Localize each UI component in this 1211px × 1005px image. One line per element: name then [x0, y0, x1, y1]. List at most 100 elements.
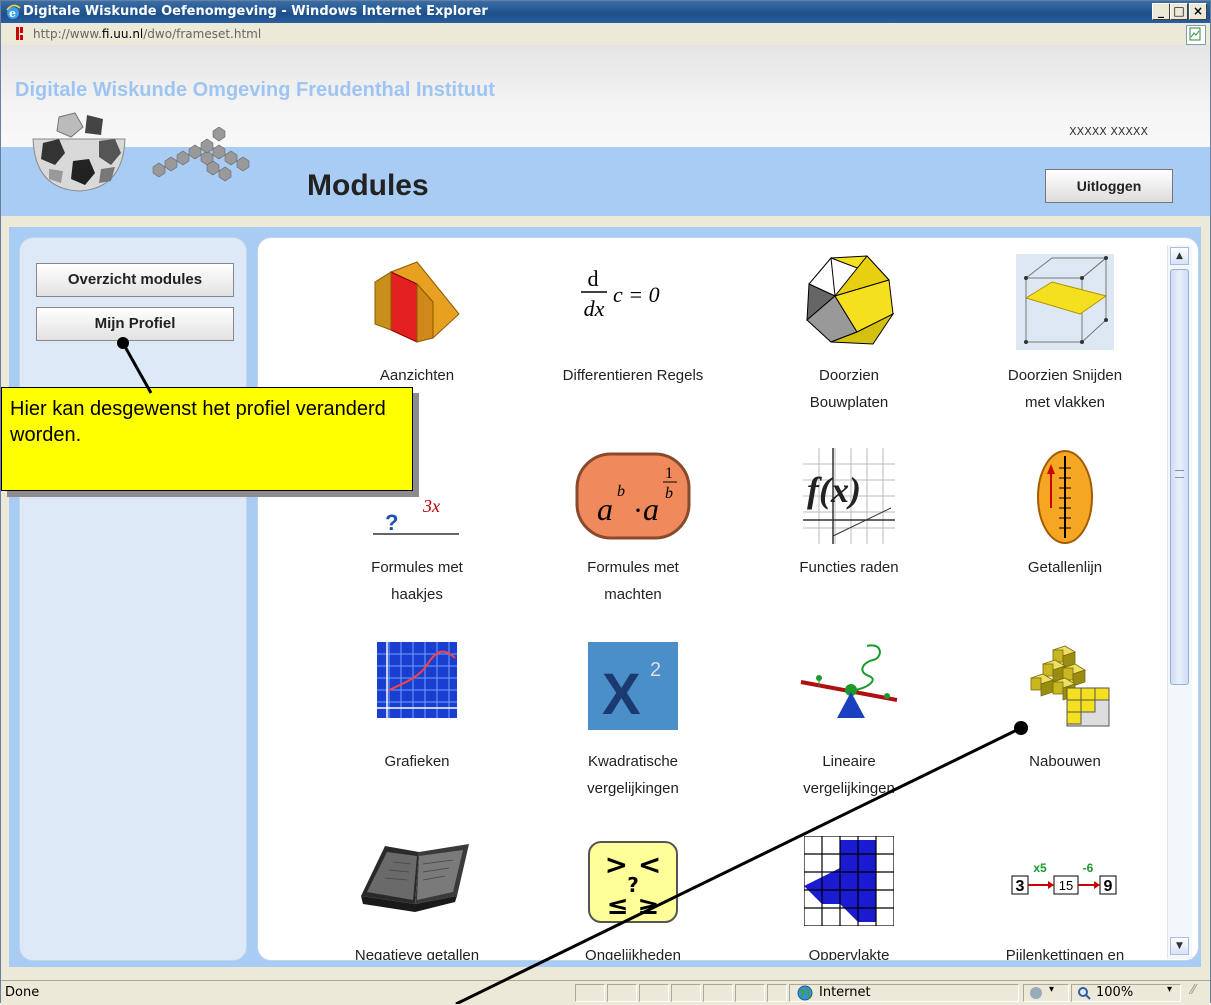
close-button[interactable]: ×	[1189, 3, 1207, 20]
x-squared-icon: X 2	[588, 642, 678, 730]
graph-icon	[377, 642, 457, 718]
scroll-thumb[interactable]	[1170, 269, 1189, 685]
vertical-scrollbar[interactable]: ▲ ▼	[1167, 245, 1192, 959]
page-title: Modules	[307, 169, 429, 202]
magnifier-icon	[1078, 987, 1091, 1000]
grid-area-icon	[804, 836, 894, 926]
sidebar-panel	[19, 237, 247, 961]
page-icon[interactable]	[1186, 25, 1206, 45]
module-label: Negatieve getallen	[354, 947, 480, 961]
blocks-icon	[1030, 645, 1110, 727]
formula-a: a	[597, 491, 613, 527]
chevron-down-icon[interactable]: ▾	[1049, 984, 1054, 995]
module-oppervlakte[interactable]: Oppervlakte	[744, 826, 954, 961]
module-label: Differentieren Regels	[562, 367, 704, 384]
module-negatieve-getallen[interactable]: Negatieve getallen	[312, 826, 522, 961]
module-grafieken[interactable]: Grafieken	[312, 632, 522, 802]
derivative-formula-icon: d dx c = 0	[581, 266, 660, 321]
hexagon-cluster-icon	[152, 127, 250, 182]
formula-two: 2	[650, 659, 661, 681]
zoom-level[interactable]: 100%	[1096, 985, 1133, 1000]
module-label: Nabouwen	[1029, 753, 1101, 770]
chain-op2: -6	[1083, 861, 1094, 875]
module-getallenlijn[interactable]: Getallenlijn	[960, 438, 1170, 608]
sidebar-item-mijn-profiel[interactable]: Mijn Profiel	[36, 307, 234, 341]
formula-dx: dx	[584, 296, 605, 321]
arrow-chain-icon: 3 x5 15 -6 9	[1011, 861, 1117, 895]
scroll-up-button[interactable]: ▲	[1170, 247, 1189, 265]
polyhedron-icon	[806, 255, 895, 345]
ie-logo-icon: e	[6, 4, 21, 20]
module-label: Ongelijkheden	[585, 947, 681, 961]
sidebar-item-overzicht-modules[interactable]: Overzicht modules	[36, 263, 234, 297]
module-label: Doorzien Snijden met vlakken	[1007, 367, 1123, 411]
formula-one: 1	[665, 465, 673, 482]
module-label: Pijlenkettingen en	[1005, 947, 1125, 961]
module-functies-raden[interactable]: f(x) Functies raden	[744, 438, 954, 608]
status-bar: Done Internet ▾ 100% ▾ ⁄⁄	[1, 980, 1210, 1005]
site-header: Digitale Wiskunde Omgeving Freudenthal I…	[1, 45, 1210, 216]
ineq-bot: ≤ ≥	[607, 891, 660, 921]
number-line-icon	[1037, 450, 1093, 544]
logout-button[interactable]: Uitloggen	[1045, 169, 1173, 203]
resize-grip-icon[interactable]: ⁄⁄	[1191, 983, 1195, 998]
chain-c: 9	[1104, 878, 1113, 895]
module-differentieren-regels[interactable]: d dx c = 0 Differentieren Regels	[528, 246, 738, 416]
address-bar[interactable]: http://www.fi.uu.nl/dwo/frameset.html	[1, 23, 1210, 46]
module-label: Getallenlijn	[1027, 559, 1103, 576]
module-nabouwen[interactable]: Nabouwen	[960, 632, 1170, 802]
module-label: Doorzien Bouwplaten	[809, 367, 889, 411]
module-label: Aanzichten	[379, 367, 455, 384]
zone-label: Internet	[819, 985, 871, 1000]
module-label: Functies raden	[799, 559, 899, 576]
globe-icon	[797, 985, 813, 1001]
formula-b2: b	[665, 485, 673, 502]
module-lineaire-vergelijkingen[interactable]: Lineaire vergelijkingen	[744, 632, 954, 802]
formula-question: ?	[385, 510, 398, 535]
book-icon	[361, 844, 469, 912]
powers-icon: a b · a 1 b	[575, 452, 691, 540]
aanzichten-icon	[374, 261, 460, 343]
formula-brackets-icon: 3x ?	[373, 496, 459, 535]
soccer-ball-logo-icon	[32, 112, 126, 192]
chain-a: 3	[1016, 878, 1025, 895]
module-doorzien-bouwplaten[interactable]: Doorzien Bouwplaten	[744, 246, 954, 416]
favicon-icon	[16, 27, 23, 40]
module-label: Formules met machten	[587, 559, 679, 603]
formula-a2: a	[643, 491, 659, 527]
module-pijlenkettingen[interactable]: 3 x5 15 -6 9 Pijlenkettingen en	[960, 826, 1170, 961]
callout-note: Hier kan desgewenst het profiel verander…	[1, 387, 413, 491]
status-text: Done	[5, 985, 40, 1000]
inequality-icon: > < ? ≤ ≥	[588, 841, 678, 923]
fx-graph-icon: f(x)	[803, 448, 895, 544]
module-formules-met-machten[interactable]: a b · a 1 b Formules met machten	[528, 438, 738, 608]
chain-b: 15	[1059, 878, 1073, 893]
modules-panel: Aanzichten d dx c = 0 Differentieren Reg…	[257, 237, 1199, 961]
svg-text:e: e	[9, 7, 16, 20]
scroll-down-button[interactable]: ▼	[1170, 937, 1189, 955]
lock-globe-icon	[1030, 987, 1042, 999]
ie-window: e Digitale Wiskunde Oefenomgeving - Wind…	[0, 0, 1211, 1005]
formula-x: X	[602, 662, 641, 727]
balance-icon	[800, 644, 898, 718]
module-label: Kwadratische vergelijkingen	[587, 753, 679, 797]
cube-plane-icon	[1016, 254, 1114, 350]
module-ongelijkheden[interactable]: > < ? ≤ ≥ Ongelijkheden	[528, 826, 738, 961]
module-label: Grafieken	[384, 753, 450, 770]
title-bar: e Digitale Wiskunde Oefenomgeving - Wind…	[1, 1, 1210, 23]
window-title: Digitale Wiskunde Oefenomgeving - Window…	[23, 4, 488, 19]
formula-b: b	[617, 483, 625, 500]
user-name: XXXXX XXXXX	[1069, 125, 1148, 138]
module-doorzien-snijden[interactable]: Doorzien Snijden met vlakken	[960, 246, 1170, 416]
chain-op1: x5	[1033, 861, 1047, 875]
url-text[interactable]: http://www.fi.uu.nl/dwo/frameset.html	[33, 27, 261, 41]
svg-text:·: ·	[633, 494, 643, 527]
formula-rhs: c = 0	[613, 282, 660, 307]
zoom-chevron-icon[interactable]: ▾	[1167, 984, 1172, 995]
module-label: Oppervlakte	[808, 947, 890, 961]
maximize-button[interactable]: □	[1170, 3, 1188, 20]
formula-d: d	[588, 266, 599, 291]
module-kwadratische-vergelijkingen[interactable]: X 2 Kwadratische vergelijkingen	[528, 632, 738, 802]
minimize-button[interactable]: _	[1152, 3, 1170, 20]
module-label: Formules met haakjes	[371, 559, 463, 603]
